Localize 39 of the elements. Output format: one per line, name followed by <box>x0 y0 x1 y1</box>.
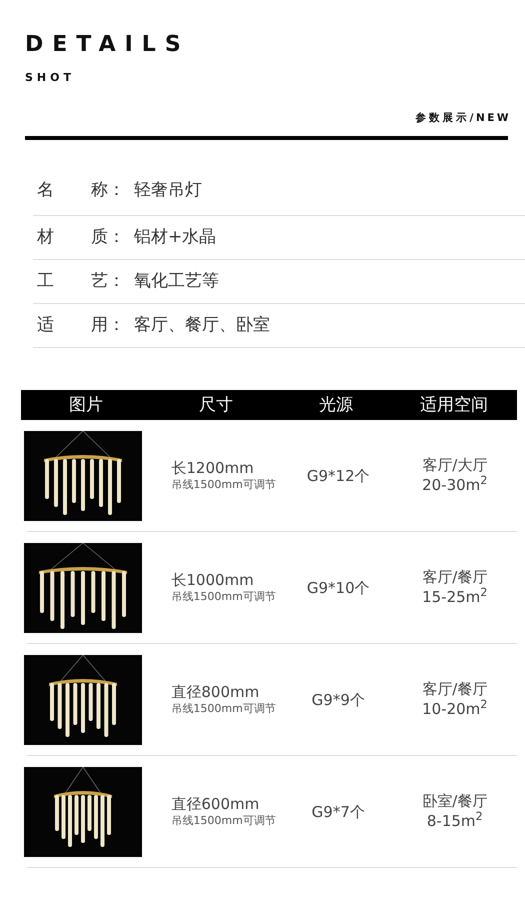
spec-label: 适 <box>36 314 55 337</box>
spec-value: 铝材+水晶 <box>134 226 216 249</box>
spec-value: 客厅、餐厅、卧室 <box>134 314 270 337</box>
spec-label: 名 <box>36 179 55 202</box>
size-text: 长1200mm <box>171 458 255 476</box>
spec-label: 材 <box>36 226 55 249</box>
section-label: 参数展示/NEW <box>414 110 511 126</box>
area-text: 10-20m$^{2}$ <box>421 700 488 720</box>
light-source-text: G9*9个 <box>312 690 365 709</box>
column-header: 适用空间 <box>419 394 489 416</box>
room-text: 卧室/餐厅 <box>421 792 488 812</box>
spec-label: 艺： <box>91 270 126 293</box>
column-header: 尺寸 <box>198 394 234 416</box>
spec-label: 用： <box>91 314 126 337</box>
light-source-text: G9*7个 <box>312 802 365 821</box>
size-text: 长1000mm <box>171 570 255 588</box>
column-header: 图片 <box>68 394 104 416</box>
page-subtitle: SHOT <box>25 70 76 86</box>
page-title: DETAILS <box>25 34 191 56</box>
cable-text: 吊线1500mm可调节 <box>171 588 277 604</box>
area-text: 8-15m$^{2}$ <box>426 812 484 832</box>
area-text: 15-25m$^{2}$ <box>421 588 488 608</box>
spec-label: 工 <box>36 270 55 293</box>
light-source-text: G9*10个 <box>306 578 370 597</box>
size-text: 直径800mm <box>171 682 260 700</box>
cable-text: 吊线1500mm可调节 <box>171 700 277 716</box>
cable-text: 吊线1500mm可调节 <box>171 812 277 828</box>
spec-label: 称： <box>91 179 126 202</box>
room-text: 客厅/餐厅 <box>421 568 488 588</box>
column-header: 光源 <box>318 394 354 416</box>
room-text: 客厅/餐厅 <box>421 680 488 700</box>
light-source-text: G9*12个 <box>306 466 370 485</box>
spec-value: 轻奢吊灯 <box>134 179 202 202</box>
cable-text: 吊线1500mm可调节 <box>171 476 277 492</box>
spec-value: 氧化工艺等 <box>134 270 219 293</box>
room-text: 客厅/大厅 <box>421 456 488 476</box>
size-text: 直径600mm <box>171 794 260 812</box>
spec-label: 质： <box>91 226 126 249</box>
area-text: 20-30m$^{2}$ <box>421 476 488 496</box>
